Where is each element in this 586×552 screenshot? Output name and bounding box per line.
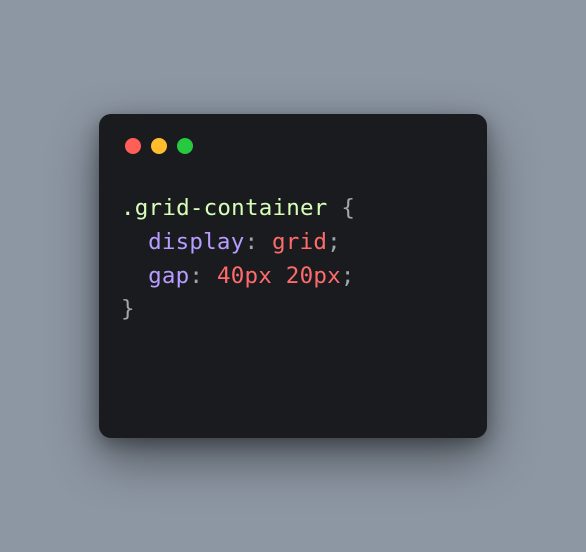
code-window: .grid-container { display: grid; gap: 40… [99, 114, 487, 438]
css-value: 40px 20px [217, 263, 341, 289]
semicolon: ; [341, 263, 355, 289]
traffic-lights [125, 138, 465, 154]
semicolon: ; [327, 229, 341, 255]
colon: : [189, 263, 217, 289]
css-selector: .grid-container [121, 195, 328, 221]
close-icon[interactable] [125, 138, 141, 154]
maximize-icon[interactable] [177, 138, 193, 154]
code-block: .grid-container { display: grid; gap: 40… [121, 192, 465, 327]
css-value: grid [272, 229, 327, 255]
minimize-icon[interactable] [151, 138, 167, 154]
css-property: display [148, 229, 244, 255]
brace-close: } [121, 296, 135, 322]
brace-open: { [328, 195, 356, 221]
css-property: gap [148, 263, 189, 289]
colon: : [244, 229, 272, 255]
